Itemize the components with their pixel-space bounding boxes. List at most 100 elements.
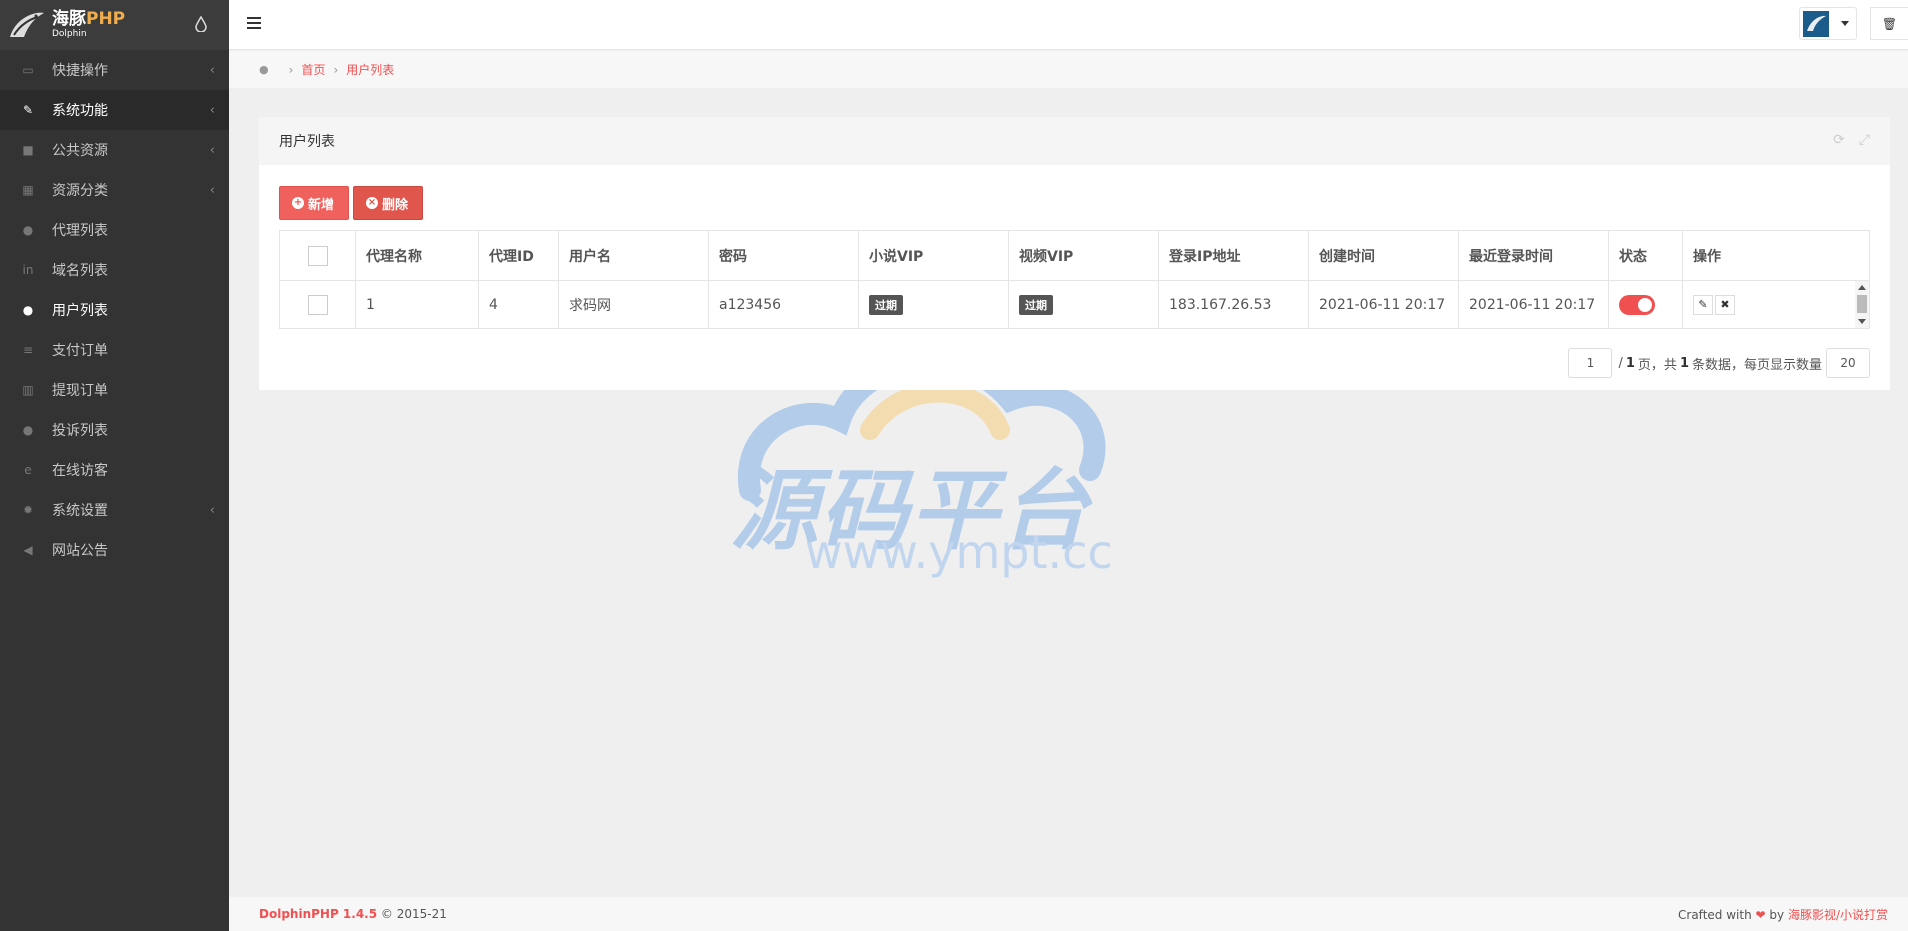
grid-icon: ▦ (22, 183, 34, 197)
sidebar-item-3[interactable]: ▦ 资源分类 ‹ (0, 170, 229, 210)
brand[interactable]: 海豚PHP Dolphin (0, 0, 229, 50)
select-all-checkbox[interactable] (307, 245, 328, 266)
page-number-input[interactable]: 1 (1568, 348, 1613, 378)
col-last-login[interactable]: 最近登录时间 (1458, 230, 1609, 281)
user-list-panel: 用户列表 ⟳ ⤢ + 新增 × 删除 代理名称 代理ID 用户名 密码 小说VI… (259, 117, 1890, 390)
sidebar-item-10[interactable]: e 在线访客 (0, 450, 229, 490)
brand-php: PHP (86, 9, 126, 29)
chevron-left-icon: ‹ (209, 143, 215, 158)
refresh-icon[interactable]: ⟳ (1833, 132, 1845, 148)
sidebar-item-label: 系统功能 (52, 103, 108, 119)
brand-cn: 海豚 (52, 9, 86, 29)
scroll-up-icon[interactable] (1858, 285, 1866, 290)
menu-toggle-icon[interactable] (247, 17, 261, 29)
scroll-down-icon[interactable] (1858, 319, 1866, 324)
col-password[interactable]: 密码 (708, 230, 859, 281)
trash-icon: 🗑 (1881, 16, 1898, 31)
sidebar-item-0[interactable]: ▭ 快捷操作 ‹ (0, 50, 229, 90)
footer-author-link[interactable]: 海豚影视/小说打赏 (1788, 908, 1888, 922)
cell-actions: ✎ ✖ (1682, 280, 1870, 329)
video-camera-icon: ■ (22, 143, 34, 157)
cell-username[interactable]: 求码网 (558, 280, 709, 329)
sidebar-item-1[interactable]: ✎ 系统功能 ‹ (0, 90, 229, 130)
user-menu-button[interactable] (1799, 7, 1857, 40)
cell-status (1608, 280, 1683, 329)
footer-right: Crafted with ❤ by 海豚影视/小说打赏 (1678, 906, 1888, 923)
linkedin-icon: in (22, 263, 34, 277)
cell-video-vip: 过期 (1008, 280, 1159, 329)
breadcrumb-home-link[interactable]: 首页 (301, 61, 325, 78)
delete-button-label: 删除 (382, 197, 409, 213)
sidebar-item-4[interactable]: ● 代理列表 (0, 210, 229, 250)
sidebar-menu: ▭ 快捷操作 ‹ ✎ 系统功能 ‹ ■ 公共资源 ‹ ▦ 资源分类 ‹ ● 代理列表 in 域名列表 ● 用户列表… (0, 50, 229, 570)
cell-agent-name: 1 (355, 280, 479, 329)
cell-password[interactable]: a123456 (708, 280, 859, 329)
sidebar-item-11[interactable]: ✹ 系统设置 ‹ (0, 490, 229, 530)
user-table: 代理名称 代理ID 用户名 密码 小说VIP 视频VIP 登录IP地址 创建时间… (279, 230, 1870, 329)
bank-icon: ▥ (22, 383, 34, 397)
sidebar-item-7[interactable]: ≡ 支付订单 (0, 330, 229, 370)
pager-text-count: 条数据，每页显示数量 (1691, 357, 1822, 373)
add-button[interactable]: + 新增 (279, 186, 349, 220)
sidebar-item-5[interactable]: in 域名列表 (0, 250, 229, 290)
user-icon: ● (22, 303, 34, 317)
cell-novel-vip: 过期 (858, 280, 1009, 329)
delete-button[interactable]: × 删除 (353, 186, 423, 220)
sidebar-item-8[interactable]: ▥ 提现订单 (0, 370, 229, 410)
plus-circle-icon: + (292, 197, 304, 209)
brand-text: 海豚PHP Dolphin (52, 11, 125, 39)
col-novel-vip[interactable]: 小说VIP (858, 230, 1009, 281)
wrench-icon: ✎ (22, 103, 34, 117)
footer-left: DolphinPHP 1.4.5 © 2015-21 (259, 907, 447, 921)
exclamation-circle-icon: ● (22, 423, 34, 437)
theme-drop-icon[interactable] (195, 15, 207, 33)
scroll-thumb[interactable] (1857, 295, 1867, 313)
avatar (1803, 10, 1829, 37)
bullhorn-icon: ◀ (23, 543, 33, 557)
map-marker-icon: ● (259, 63, 269, 76)
pager-total-pages: 1 (1625, 355, 1635, 371)
chevron-left-icon: ‹ (209, 503, 215, 518)
col-video-vip[interactable]: 视频VIP (1008, 230, 1159, 281)
watermark-text: 源码平台 (730, 459, 1091, 562)
row-checkbox[interactable] (307, 294, 328, 315)
delete-x-icon[interactable]: ✖ (1715, 294, 1735, 315)
fullscreen-icon[interactable]: ⤢ (1859, 132, 1870, 148)
cell-last-login: 2021-06-11 20:17 (1458, 280, 1609, 329)
brand-en: Dolphin (52, 29, 87, 39)
pagination: 1 / 1 页，共 1 条数据，每页显示数量 20 (1568, 348, 1870, 378)
pager-text-page: 页，共 (1637, 357, 1677, 373)
footer-brand-link[interactable]: DolphinPHP 1.4.5 (259, 907, 377, 921)
novel-vip-badge: 过期 (869, 294, 903, 315)
col-status[interactable]: 状态 (1608, 230, 1683, 281)
col-agent-name[interactable]: 代理名称 (355, 230, 479, 281)
sidebar-item-9[interactable]: ● 投诉列表 (0, 410, 229, 450)
sidebar-item-label: 公共资源 (52, 143, 108, 159)
clear-cache-button[interactable]: 🗑 (1870, 7, 1908, 40)
sidebar-item-label: 系统设置 (52, 503, 108, 519)
sidebar: 海豚PHP Dolphin ▭ 快捷操作 ‹ ✎ 系统功能 ‹ ■ 公共资源 ‹ ▦ 资源分类 ‹ ● 代… (0, 0, 229, 931)
edit-pencil-icon[interactable]: ✎ (1693, 294, 1713, 315)
sidebar-item-2[interactable]: ■ 公共资源 ‹ (0, 130, 229, 170)
panel-tools: ⟳ ⤢ (1833, 132, 1870, 148)
col-agent-id[interactable]: 代理ID (478, 230, 559, 281)
ie-icon: e (24, 463, 32, 477)
footer: DolphinPHP 1.4.5 © 2015-21 Crafted with … (229, 897, 1908, 931)
table-scrollbar[interactable] (1855, 281, 1869, 328)
per-page-input[interactable]: 20 (1826, 348, 1870, 378)
status-toggle[interactable] (1619, 294, 1655, 315)
col-created[interactable]: 创建时间 (1308, 230, 1459, 281)
footer-by: by (1769, 907, 1785, 922)
breadcrumb-separator: › (288, 62, 294, 77)
add-button-label: 新增 (308, 197, 335, 213)
sidebar-item-12[interactable]: ◀ 网站公告 (0, 530, 229, 570)
sidebar-item-label: 代理列表 (52, 223, 108, 239)
sidebar-item-6[interactable]: ● 用户列表 (0, 290, 229, 330)
times-circle-icon: × (366, 197, 378, 209)
col-login-ip[interactable]: 登录IP地址 (1158, 230, 1309, 281)
row-select-cell (279, 280, 356, 329)
col-username[interactable]: 用户名 (558, 230, 709, 281)
sidebar-item-label: 投诉列表 (52, 423, 108, 439)
breadcrumb-current[interactable]: 用户列表 (346, 61, 394, 78)
footer-crafted: Crafted with (1678, 907, 1752, 922)
